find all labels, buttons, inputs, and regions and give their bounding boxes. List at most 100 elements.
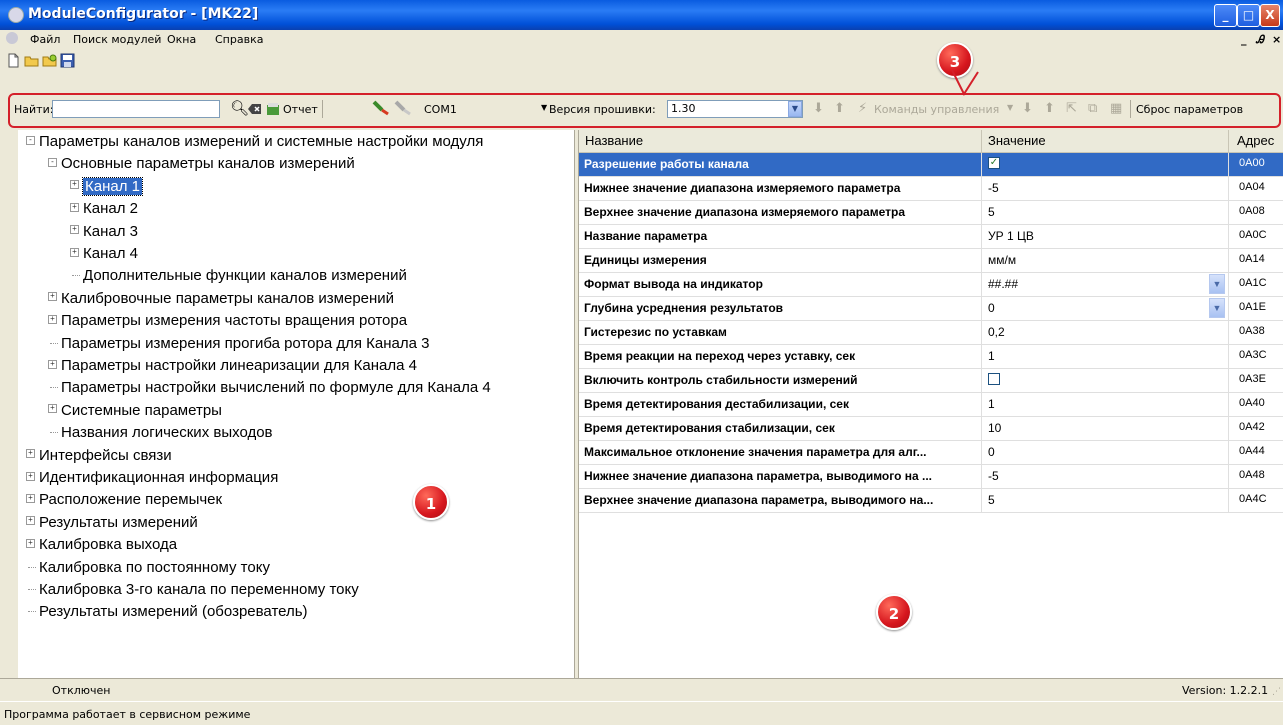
mode-status-bar: Программа работает в сервисном режиме [0,701,1283,725]
tree-item[interactable]: + Канал 2 [70,200,138,217]
close-button[interactable]: X [1260,4,1280,27]
table-row[interactable]: Название параметра УР 1 ЦВ 0A0C [579,225,1283,249]
minimize-button[interactable]: _ [1214,4,1237,27]
parameter-value-input[interactable]: мм/м [988,253,1016,267]
table-row[interactable]: Время реакции на переход через уставку, … [579,345,1283,369]
tree-item-label: Калибровка выхода [39,536,178,554]
expand-icon[interactable]: + [26,449,35,459]
parameter-checkbox[interactable] [988,373,1000,385]
expand-icon[interactable]: + [70,247,79,257]
maximize-button[interactable]: □ [1237,4,1260,27]
expand-icon[interactable]: + [48,292,57,302]
tree-item[interactable]: - Основные параметры каналов измерений [48,155,355,172]
tree-item[interactable]: - Параметры каналов измерений и системные… [26,133,483,150]
collapse-icon[interactable]: - [26,135,35,145]
table-row[interactable]: Разрешение работы канала ✓ 0A00 [579,153,1283,177]
cell-divider [1228,249,1229,272]
parameter-value-input[interactable]: 5 [988,493,995,507]
column-header-value[interactable]: Значение [988,133,1046,148]
tree-item[interactable]: + Параметры настройки линеаризации для Ка… [48,357,417,374]
mdi-close-button[interactable]: × [1272,33,1281,46]
chevron-down-icon[interactable]: ▼ [1209,274,1225,294]
collapse-icon[interactable]: - [48,157,57,167]
tree-item[interactable]: + Канал 4 [70,245,138,262]
parameter-address: 0A3E [1239,373,1266,385]
tree-item[interactable]: + Расположение перемычек [26,491,222,508]
parameter-value-input[interactable]: 10 [988,421,1001,435]
expand-icon[interactable]: + [26,471,35,481]
chevron-down-icon[interactable]: ▼ [1209,298,1225,318]
table-row[interactable]: Время детектирования дестабилизации, сек… [579,393,1283,417]
menu-file[interactable]: Файл [30,33,60,46]
parameter-value-input[interactable]: 1 [988,349,995,363]
column-separator[interactable] [1228,130,1229,152]
mdi-restore-button[interactable]: Ꭿ [1256,33,1264,47]
column-header-address[interactable]: Адрес [1237,133,1274,148]
table-row[interactable]: Максимальное отклонение значения парамет… [579,441,1283,465]
menu-windows[interactable]: Окна [167,33,196,46]
tree-item-label: Идентификационная информация [39,469,279,486]
tree-item[interactable]: Параметры измерения прогиба ротора для К… [48,335,429,352]
app-menu-icon[interactable] [6,32,18,44]
menu-find-modules[interactable]: Поиск модулей [73,33,161,46]
parameter-value-input[interactable]: 0 [988,445,995,459]
expand-icon[interactable]: + [70,225,79,235]
open-folder-icon[interactable] [24,53,39,68]
mdi-minimize-button[interactable]: _ [1241,33,1247,46]
resize-grip-icon[interactable]: ⋰ [1272,687,1281,697]
menu-help[interactable]: Справка [215,33,263,46]
table-row[interactable]: Глубина усреднения результатов 0 ▼ 0A1E [579,297,1283,321]
parameter-checkbox[interactable]: ✓ [988,157,1000,169]
table-row[interactable]: Нижнее значение диапазона параметра, выв… [579,465,1283,489]
title-bar: ModuleConfigurator - [MK22] _ □ X [0,0,1283,30]
cell-divider [981,345,982,368]
tree-item[interactable]: + Параметры измерения частоты вращения ро… [48,312,407,329]
expand-icon[interactable]: + [26,516,35,526]
parameter-value-input[interactable]: 0,2 [988,325,1005,339]
tree-item[interactable]: Параметры настройки вычислений по формул… [48,379,491,396]
expand-icon[interactable]: + [26,493,35,503]
parameter-value-input[interactable]: УР 1 ЦВ [988,229,1034,243]
expand-icon[interactable]: + [48,404,57,414]
column-separator[interactable] [981,130,982,152]
table-row[interactable]: Формат вывода на индикатор ##.## ▼ 0A1C [579,273,1283,297]
cell-divider [1228,441,1229,464]
tree-item[interactable]: Результаты измерений (обозреватель) [26,603,308,620]
save-icon[interactable] [60,53,75,68]
grid-header: Название Значение Адрес [579,130,1283,153]
cell-divider [981,201,982,224]
tree-item[interactable]: Названия логических выходов [48,424,273,441]
tree-item[interactable]: + Калибровка выхода [26,536,177,553]
table-row[interactable]: Включить контроль стабильности измерений… [579,369,1283,393]
tree-item[interactable]: Дополнительные функции каналов измерений [70,267,407,284]
table-row[interactable]: Время детектирования стабилизации, сек 10… [579,417,1283,441]
parameter-value-input[interactable]: 5 [988,205,995,219]
column-header-name[interactable]: Название [585,133,643,148]
expand-icon[interactable]: + [70,180,79,190]
table-row[interactable]: Единицы измерения мм/м 0A14 [579,249,1283,273]
table-row[interactable]: Верхнее значение диапазона параметра, вы… [579,489,1283,513]
parameter-value-select[interactable]: 0 [988,301,995,315]
tree-item[interactable]: + Идентификационная информация [26,469,278,486]
tree-item[interactable]: + Результаты измерений [26,514,198,531]
expand-icon[interactable]: + [48,314,57,324]
expand-icon[interactable]: + [26,538,35,548]
expand-icon[interactable]: + [48,359,57,369]
parameter-value-input[interactable]: 1 [988,397,995,411]
new-file-icon[interactable] [6,53,21,68]
tree-item[interactable]: + Канал 3 [70,223,138,240]
parameter-value-input[interactable]: -5 [988,469,999,483]
tree-item[interactable]: + Канал 1 [70,176,143,196]
tree-item[interactable]: Калибровка по постоянному току [26,559,270,576]
expand-icon[interactable]: + [70,202,79,212]
open-device-icon[interactable] [42,53,57,68]
table-row[interactable]: Гистерезис по уставкам 0,2 0A38 [579,321,1283,345]
parameter-value-input[interactable]: -5 [988,181,999,195]
tree-item[interactable]: + Интерфейсы связи [26,447,172,464]
parameter-value-select[interactable]: ##.## [988,277,1018,291]
tree-item[interactable]: Калибровка 3-го канала по переменному то… [26,581,359,598]
table-row[interactable]: Верхнее значение диапазона измеряемого п… [579,201,1283,225]
tree-item[interactable]: + Калибровочные параметры каналов измерен… [48,290,394,307]
tree-item[interactable]: + Системные параметры [48,402,222,419]
table-row[interactable]: Нижнее значение диапазона измеряемого па… [579,177,1283,201]
